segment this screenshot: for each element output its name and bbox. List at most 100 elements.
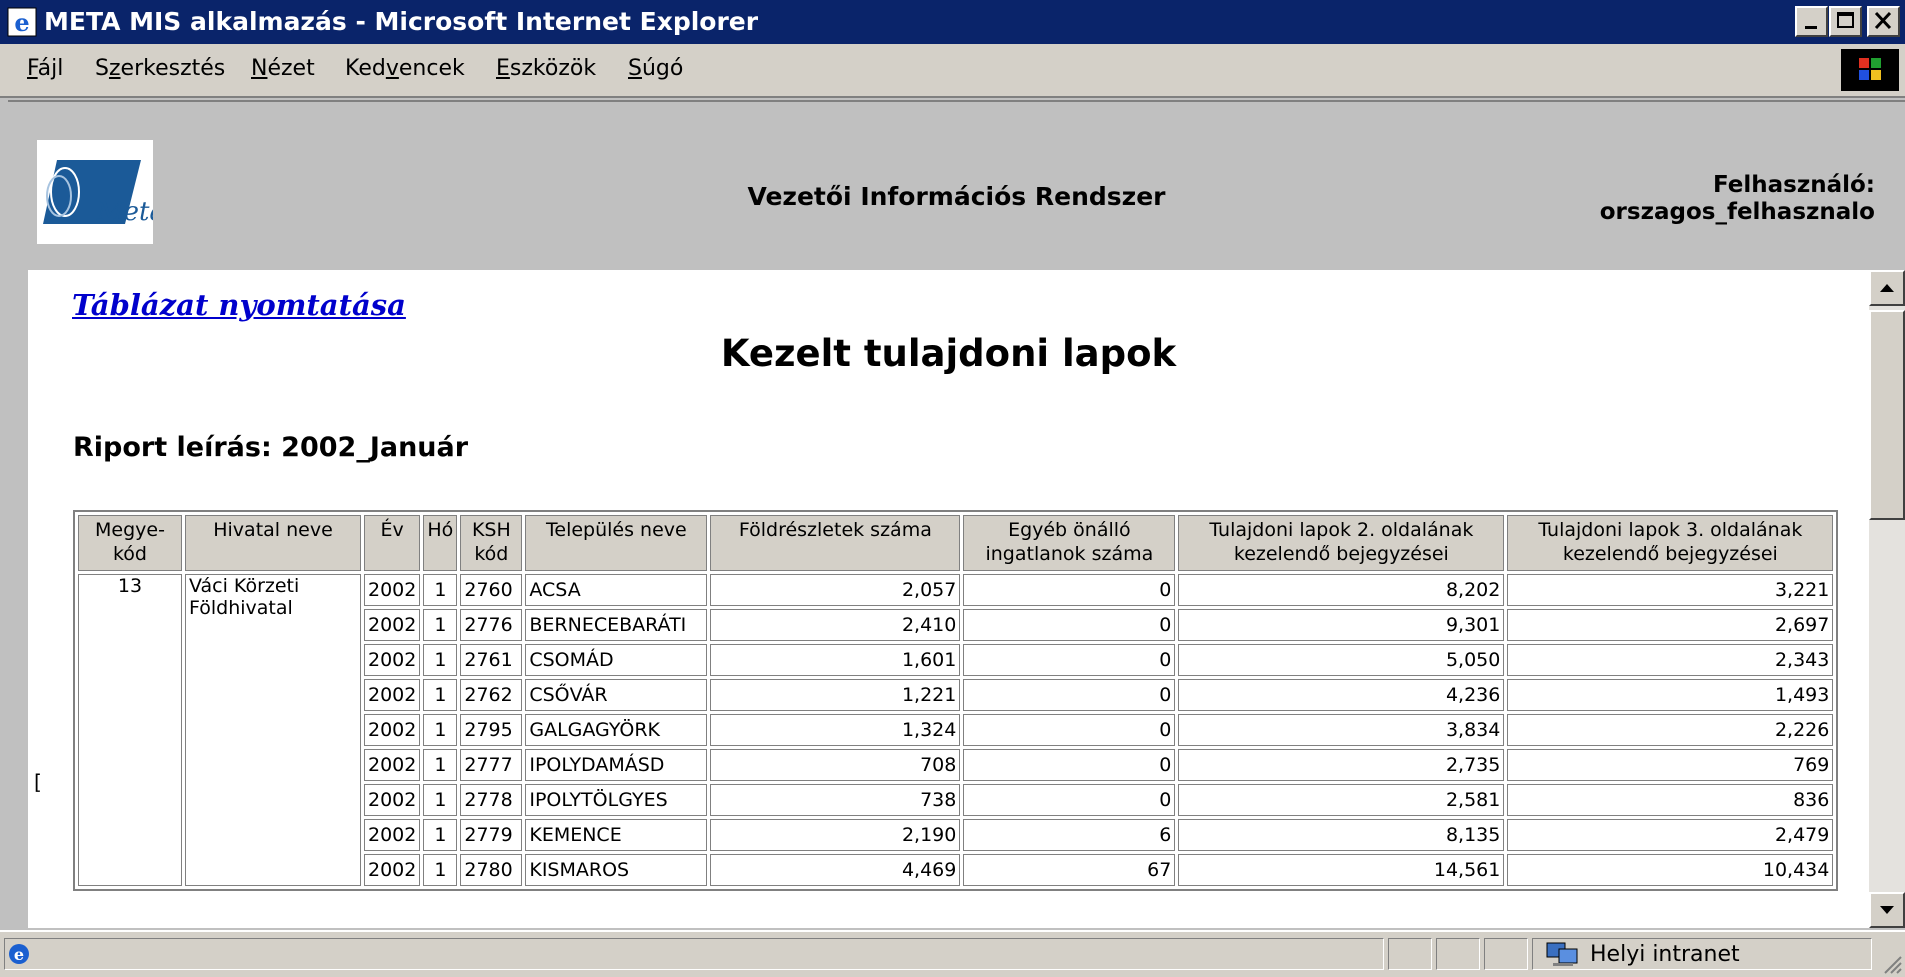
page3-cell: 2,697 — [1507, 609, 1834, 641]
menu-view[interactable]: Nézet — [251, 56, 315, 81]
month-cell: 1 — [423, 714, 458, 746]
col-month: Hó — [423, 515, 458, 571]
ksh-cell: 2778 — [460, 784, 523, 816]
user-info: Felhasználó: orszagos_felhasznalo — [1600, 172, 1875, 226]
page2-cell: 2,581 — [1178, 784, 1505, 816]
col-ksh-code: KSH kód — [460, 515, 523, 571]
status-panel — [1484, 938, 1528, 970]
month-cell: 1 — [423, 679, 458, 711]
close-button[interactable] — [1867, 6, 1900, 37]
vertical-scrollbar[interactable] — [1869, 270, 1905, 928]
user-label: Felhasználó: — [1712, 172, 1875, 198]
maximize-button[interactable] — [1829, 6, 1862, 37]
col-parcels: Földrészletek száma — [710, 515, 961, 571]
parcels-cell: 4,469 — [710, 854, 961, 886]
minimize-button[interactable] — [1795, 6, 1828, 37]
parcels-cell: 2,057 — [710, 574, 961, 606]
settlement-cell: CSOMÁD — [525, 644, 708, 676]
ksh-cell: 2777 — [460, 749, 523, 781]
parcels-cell: 708 — [710, 749, 961, 781]
svg-text:e: e — [14, 945, 24, 964]
year-cell: 2002 — [364, 609, 421, 641]
windows-logo-icon — [1841, 49, 1899, 91]
other-cell: 0 — [963, 714, 1176, 746]
year-cell: 2002 — [364, 574, 421, 606]
menu-file[interactable]: Fájl — [27, 56, 63, 81]
window-titlebar[interactable]: e META MIS alkalmazás - Microsoft Intern… — [0, 0, 1905, 44]
page2-cell: 3,834 — [1178, 714, 1505, 746]
settlement-cell: GALGAGYÖRK — [525, 714, 708, 746]
report-table: Megye-kód Hivatal neve Év Hó KSH kód Tel… — [73, 510, 1839, 891]
other-cell: 67 — [963, 854, 1176, 886]
scroll-down-button[interactable] — [1869, 892, 1905, 928]
report-title: Kezelt tulajdoni lapok — [720, 332, 1177, 375]
settlement-cell: ACSA — [525, 574, 708, 606]
status-panel — [1436, 938, 1480, 970]
left-frame-border — [8, 270, 28, 928]
page3-cell: 2,343 — [1507, 644, 1834, 676]
ksh-cell: 2795 — [460, 714, 523, 746]
menu-favorites[interactable]: Kedvencek — [345, 56, 465, 81]
month-cell: 1 — [423, 644, 458, 676]
page3-cell: 2,479 — [1507, 819, 1834, 851]
arrow-up-icon — [1880, 284, 1894, 292]
settlement-cell: KEMENCE — [525, 819, 708, 851]
settlement-cell: BERNECEBARÁTI — [525, 609, 708, 641]
col-county-code: Megye-kód — [78, 515, 182, 571]
page2-cell: 2,735 — [1178, 749, 1505, 781]
page3-cell: 836 — [1507, 784, 1834, 816]
report-area: [ Táblázat nyomtatása Kezelt tulajdoni l… — [28, 270, 1869, 928]
month-cell: 1 — [423, 749, 458, 781]
other-cell: 0 — [963, 749, 1176, 781]
intranet-zone-icon — [1546, 942, 1578, 966]
page2-cell: 14,561 — [1178, 854, 1505, 886]
col-office-name: Hivatal neve — [185, 515, 361, 571]
scroll-up-button[interactable] — [1869, 270, 1905, 306]
close-icon — [1874, 11, 1892, 30]
resize-grip-icon[interactable] — [1879, 951, 1903, 975]
month-cell: 1 — [423, 784, 458, 816]
col-other-properties: Egyéb önálló ingatlanok száma — [963, 515, 1176, 571]
year-cell: 2002 — [364, 819, 421, 851]
other-cell: 6 — [963, 819, 1176, 851]
ksh-cell: 2780 — [460, 854, 523, 886]
settlement-cell: CSŐVÁR — [525, 679, 708, 711]
county-code-cell: 13 — [78, 574, 182, 886]
ksh-cell: 2762 — [460, 679, 523, 711]
year-cell: 2002 — [364, 749, 421, 781]
year-cell: 2002 — [364, 644, 421, 676]
settlement-cell: KISMAROS — [525, 854, 708, 886]
maximize-icon — [1837, 12, 1854, 28]
office-name-cell: Váci Körzeti Földhivatal — [185, 574, 361, 886]
year-cell: 2002 — [364, 854, 421, 886]
parcels-cell: 2,410 — [710, 609, 961, 641]
print-table-link[interactable]: Táblázat nyomtatása — [72, 288, 406, 322]
ksh-cell: 2760 — [460, 574, 523, 606]
page3-cell: 1,493 — [1507, 679, 1834, 711]
menu-bar: Fájl Szerkesztés Nézet Kedvencek Eszközö… — [0, 44, 1905, 98]
month-cell: 1 — [423, 574, 458, 606]
parcels-cell: 738 — [710, 784, 961, 816]
month-cell: 1 — [423, 609, 458, 641]
table-row: 13 Váci Körzeti Földhivatal 2002 1 2760 … — [78, 574, 1834, 886]
zone-label: Helyi intranet — [1590, 942, 1740, 967]
ksh-cell: 2779 — [460, 819, 523, 851]
page2-cell: 5,050 — [1178, 644, 1505, 676]
ksh-cell: 2776 — [460, 609, 523, 641]
menu-edit[interactable]: Szerkesztés — [95, 56, 225, 81]
year-cell: 2002 — [364, 679, 421, 711]
page2-cell: 8,202 — [1178, 574, 1505, 606]
page-done-icon: e — [9, 944, 29, 964]
other-cell: 0 — [963, 679, 1176, 711]
menu-tools[interactable]: Eszközök — [496, 56, 596, 81]
menu-help[interactable]: Súgó — [628, 56, 683, 81]
ksh-cell: 2761 — [460, 644, 523, 676]
year-cell: 2002 — [364, 784, 421, 816]
report-description: Riport leírás: 2002_Január — [73, 432, 469, 463]
scrollbar-thumb[interactable] — [1869, 310, 1905, 520]
parcels-cell: 1,601 — [710, 644, 961, 676]
page3-cell: 2,226 — [1507, 714, 1834, 746]
browser-viewport: Meta Vezetői Információs Rendszer Felhas… — [8, 100, 1905, 928]
page-header: Meta Vezetői Információs Rendszer Felhas… — [8, 100, 1905, 270]
status-message-panel: e — [4, 938, 1384, 970]
